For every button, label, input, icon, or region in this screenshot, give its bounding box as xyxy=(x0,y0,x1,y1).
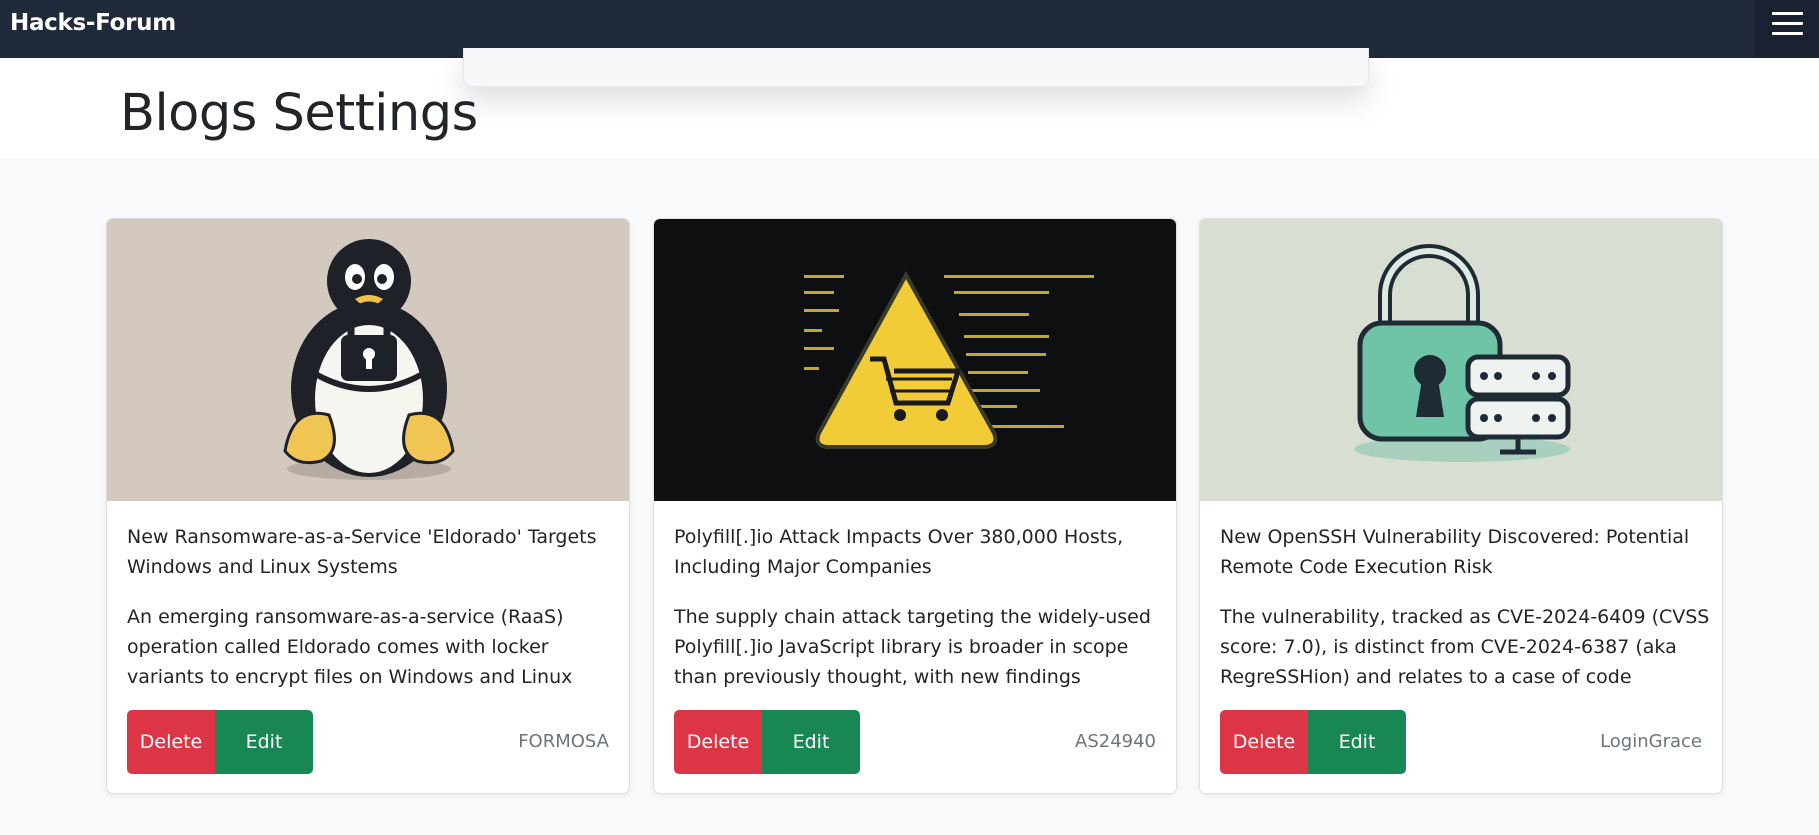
delete-button[interactable]: Delete xyxy=(127,710,215,774)
blog-image xyxy=(107,219,629,501)
page-title: Blogs Settings xyxy=(120,84,478,143)
menu-toggle-button[interactable] xyxy=(1754,0,1819,58)
author-name: FORMOSA xyxy=(518,731,609,752)
brand-link[interactable]: Hacks-Forum xyxy=(10,10,176,36)
edit-button[interactable]: Edit xyxy=(1308,710,1406,774)
warning-cart-code-icon xyxy=(654,219,1176,501)
blog-image xyxy=(654,219,1176,501)
author-name: LoginGrace xyxy=(1600,731,1702,752)
blog-title: New OpenSSH Vulnerability Discovered: Po… xyxy=(1220,526,1690,578)
dropdown-panel xyxy=(463,48,1369,87)
blog-title: New Ransomware-as-a-Service 'Eldorado' T… xyxy=(127,526,597,578)
blog-excerpt: The supply chain attack targeting the wi… xyxy=(674,606,1151,688)
edit-button[interactable]: Edit xyxy=(215,710,313,774)
padlock-server-icon xyxy=(1200,219,1722,501)
blog-excerpt: The vulnerability, tracked as CVE-2024-6… xyxy=(1220,606,1710,688)
hamburger-icon xyxy=(1772,12,1803,15)
delete-button[interactable]: Delete xyxy=(674,710,762,774)
linux-penguin-lock-icon xyxy=(107,219,629,501)
blog-card: Polyfill[.]io Attack Impacts Over 380,00… xyxy=(653,218,1177,794)
blog-card: New OpenSSH Vulnerability Discovered: Po… xyxy=(1199,218,1723,794)
blog-excerpt: An emerging ransomware-as-a-service (Raa… xyxy=(127,606,573,688)
blog-card: New Ransomware-as-a-Service 'Eldorado' T… xyxy=(106,218,630,794)
blog-title: Polyfill[.]io Attack Impacts Over 380,00… xyxy=(674,526,1124,578)
edit-button[interactable]: Edit xyxy=(762,710,860,774)
author-name: AS24940 xyxy=(1075,731,1156,752)
blog-image xyxy=(1200,219,1722,501)
delete-button[interactable]: Delete xyxy=(1220,710,1308,774)
